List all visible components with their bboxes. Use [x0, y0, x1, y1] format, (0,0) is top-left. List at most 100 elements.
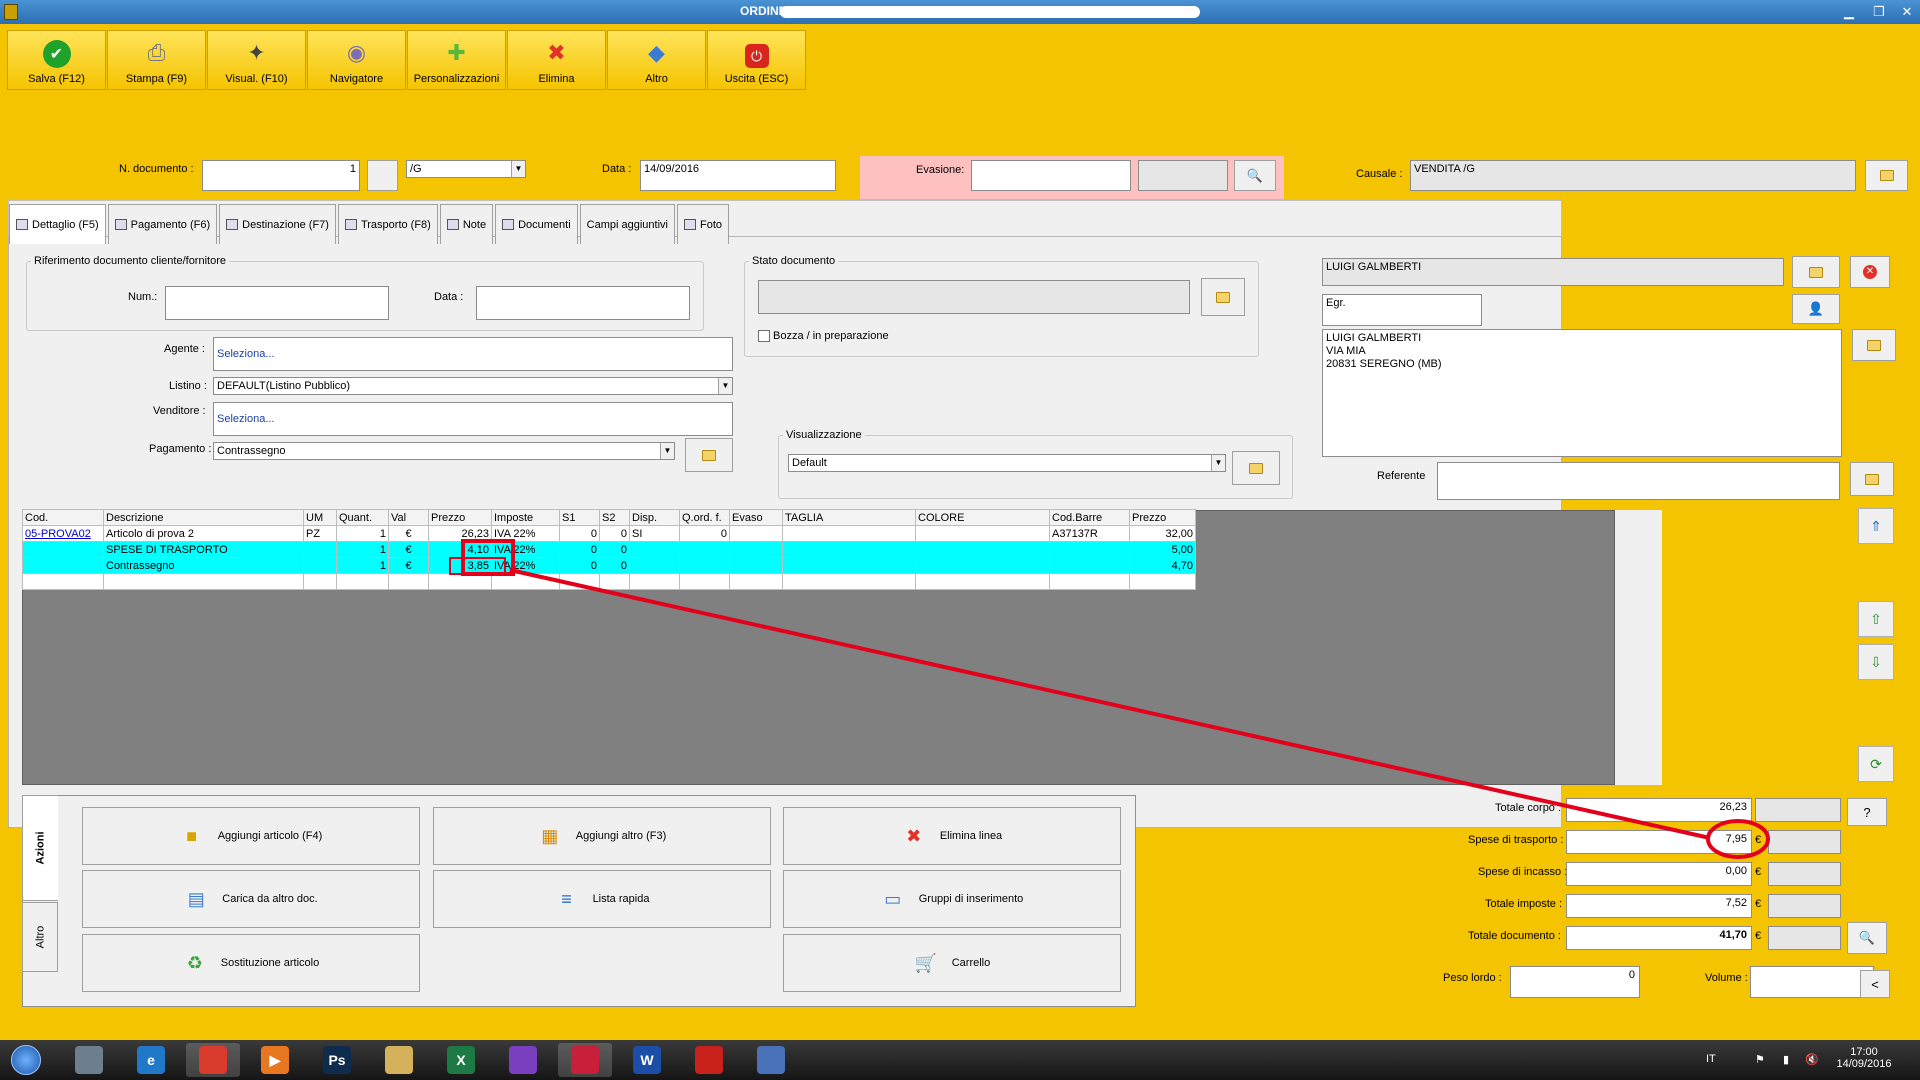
tab-trasporto[interactable]: Trasporto (F8)	[337, 204, 438, 244]
tab-altro[interactable]: Altro	[22, 902, 58, 972]
taskbar-app[interactable]	[186, 1043, 240, 1077]
column-header[interactable]: Val	[388, 509, 429, 526]
ndoc-input[interactable]: 1	[202, 160, 360, 191]
taskbar-app[interactable]	[558, 1043, 612, 1077]
pagamento-folder-button[interactable]	[685, 438, 733, 472]
refresh-button[interactable]: ⟳	[1858, 746, 1894, 782]
chevron-down-icon[interactable]: ▼	[718, 378, 732, 394]
table-row[interactable]: 05-PROVA02 Articolo di prova 2 PZ 1 €26,23 IV…	[22, 525, 1196, 542]
tab-campi[interactable]: Campi aggiuntivi	[579, 204, 675, 244]
taskbar-app[interactable]: W	[620, 1043, 674, 1077]
evasione-extra-input[interactable]	[1138, 160, 1228, 191]
taskbar-app[interactable]: e	[124, 1043, 178, 1077]
column-header[interactable]: Cod.	[22, 509, 104, 526]
visualizzazione-select[interactable]: Default ▼	[788, 454, 1226, 472]
column-header[interactable]: Disp.	[629, 509, 680, 526]
evasione-search-button[interactable]: 🔍	[1234, 160, 1276, 191]
table-row-empty[interactable]	[22, 573, 1196, 590]
spese-incasso-value[interactable]: 0,00	[1566, 862, 1752, 886]
toolbar-button-personalizzazioni[interactable]: ✚ Personalizzazioni	[407, 30, 506, 90]
peso-input[interactable]: 0	[1510, 966, 1640, 998]
evasione-input[interactable]	[971, 160, 1131, 191]
tab-dettaglio[interactable]: Dettaglio (F5)	[9, 204, 106, 244]
bozza-checkbox[interactable]	[758, 330, 770, 342]
chevron-down-icon[interactable]: ▼	[1211, 455, 1225, 471]
cliente-folder-button[interactable]	[1792, 256, 1840, 288]
move-top-button[interactable]: ⇑	[1858, 508, 1894, 544]
series-select[interactable]: /G ▼	[406, 160, 526, 178]
column-header[interactable]: Quant.	[336, 509, 389, 526]
ref-date-input[interactable]	[476, 286, 690, 320]
network-icon[interactable]: ▮	[1783, 1053, 1789, 1066]
tab-foto[interactable]: Foto	[677, 204, 730, 244]
table-row[interactable]: SPESE DI TRASPORTO 1 €4,10 IVA 22% 0 0 5,00	[22, 541, 1196, 558]
taskbar-app[interactable]: ▶	[248, 1043, 302, 1077]
taskbar-app[interactable]	[372, 1043, 426, 1077]
column-header[interactable]: Prezzo	[428, 509, 492, 526]
volume-input[interactable]: 0	[1750, 966, 1874, 998]
cliente-title-input[interactable]: Egr.	[1322, 294, 1482, 326]
restore-icon[interactable]: ❐	[1866, 2, 1892, 22]
flag-icon[interactable]: ⚑	[1755, 1053, 1765, 1066]
cell-cod[interactable]: 05-PROVA02	[22, 525, 104, 542]
tab-azioni[interactable]: Azioni	[22, 795, 58, 901]
taskbar-app[interactable]	[62, 1043, 116, 1077]
column-header[interactable]: TAGLIA	[782, 509, 916, 526]
volume-icon[interactable]: 🔇	[1805, 1053, 1819, 1066]
help-button[interactable]: ?	[1847, 798, 1887, 826]
toolbar-button-navigatore[interactable]: ◉ Navigatore	[307, 30, 406, 90]
cliente-contact-button[interactable]: 👤	[1792, 294, 1840, 324]
table-row[interactable]: Contrassegno 1 €3,85 IVA 22% 0 0 4,70	[22, 557, 1196, 574]
lista-rapida-button[interactable]: ≡ Lista rapida	[433, 870, 771, 928]
aggiungi-altro-button[interactable]: ▦ Aggiungi altro (F3)	[433, 807, 771, 865]
toolbar-button-visual[interactable]: ✦ Visual. (F10)	[207, 30, 306, 90]
toolbar-button-salva[interactable]: ✔ Salva (F12)	[7, 30, 106, 90]
close-icon[interactable]: ✕	[1894, 2, 1920, 22]
clock[interactable]: 17:00 14/09/2016	[1836, 1046, 1892, 1070]
stato-folder-button[interactable]	[1201, 278, 1245, 316]
cliente-name-input[interactable]: LUIGI GALMBERTI	[1322, 258, 1784, 286]
aggiungi-articolo-button[interactable]: ■ Aggiungi articolo (F4)	[82, 807, 420, 865]
chevron-down-icon[interactable]: ▼	[660, 443, 674, 459]
causale-input[interactable]: VENDITA /G	[1410, 160, 1856, 191]
minimize-icon[interactable]: ▁	[1836, 2, 1862, 22]
ndoc-extra-button[interactable]	[367, 160, 398, 191]
referente-input[interactable]	[1437, 462, 1840, 500]
venditore-selector[interactable]: Seleziona...	[213, 402, 733, 436]
toolbar-button-elimina[interactable]: ✖ Elimina	[507, 30, 606, 90]
carrello-button[interactable]: 🛒 Carrello	[783, 934, 1121, 992]
start-button[interactable]	[6, 1043, 46, 1077]
taskbar-app[interactable]: Ps	[310, 1043, 364, 1077]
causale-folder-button[interactable]	[1865, 160, 1908, 191]
taskbar-app[interactable]: X	[434, 1043, 488, 1077]
column-header[interactable]: Descrizione	[103, 509, 304, 526]
column-header[interactable]: Imposte	[491, 509, 560, 526]
referente-folder-button[interactable]	[1850, 462, 1894, 496]
pagamento-select[interactable]: Contrassegno ▼	[213, 442, 675, 460]
taskbar-app[interactable]	[744, 1043, 798, 1077]
column-header[interactable]: S2	[599, 509, 630, 526]
toolbar-button-altro[interactable]: ◆ Altro	[607, 30, 706, 90]
tab-note[interactable]: Note	[439, 204, 494, 244]
toolbar-button-uscita[interactable]: ⏻ Uscita (ESC)	[707, 30, 806, 90]
address-folder-button[interactable]	[1852, 329, 1896, 361]
taskbar-app[interactable]	[496, 1043, 550, 1077]
toolbar-button-stampa[interactable]: ⎙ Stampa (F9)	[107, 30, 206, 90]
move-down-button[interactable]: ⇩	[1858, 644, 1894, 680]
column-header[interactable]: Prezzo	[1129, 509, 1196, 526]
visualizzazione-folder-button[interactable]	[1232, 451, 1280, 485]
stato-input[interactable]	[758, 280, 1190, 314]
date-input[interactable]: 14/09/2016	[640, 160, 836, 191]
cliente-remove-button[interactable]: ✕	[1850, 256, 1890, 288]
cliente-address[interactable]: LUIGI GALMBERTI VIA MIA 20831 SEREGNO (M…	[1322, 329, 1842, 457]
tab-documenti[interactable]: Documenti	[495, 204, 578, 244]
language-indicator[interactable]: IT	[1706, 1053, 1716, 1065]
carica-da-altro-doc--button[interactable]: ▤ Carica da altro doc.	[82, 870, 420, 928]
collapse-button[interactable]: <	[1860, 970, 1890, 998]
spese-trasporto-value[interactable]: 7,95	[1566, 830, 1752, 854]
gruppi-di-inserimento-button[interactable]: ▭ Gruppi di inserimento	[783, 870, 1121, 928]
agente-selector[interactable]: Seleziona...	[213, 337, 733, 371]
column-header[interactable]: UM	[303, 509, 337, 526]
column-header[interactable]: Q.ord. f.	[679, 509, 730, 526]
totals-detail-button[interactable]: 🔍	[1847, 922, 1887, 954]
